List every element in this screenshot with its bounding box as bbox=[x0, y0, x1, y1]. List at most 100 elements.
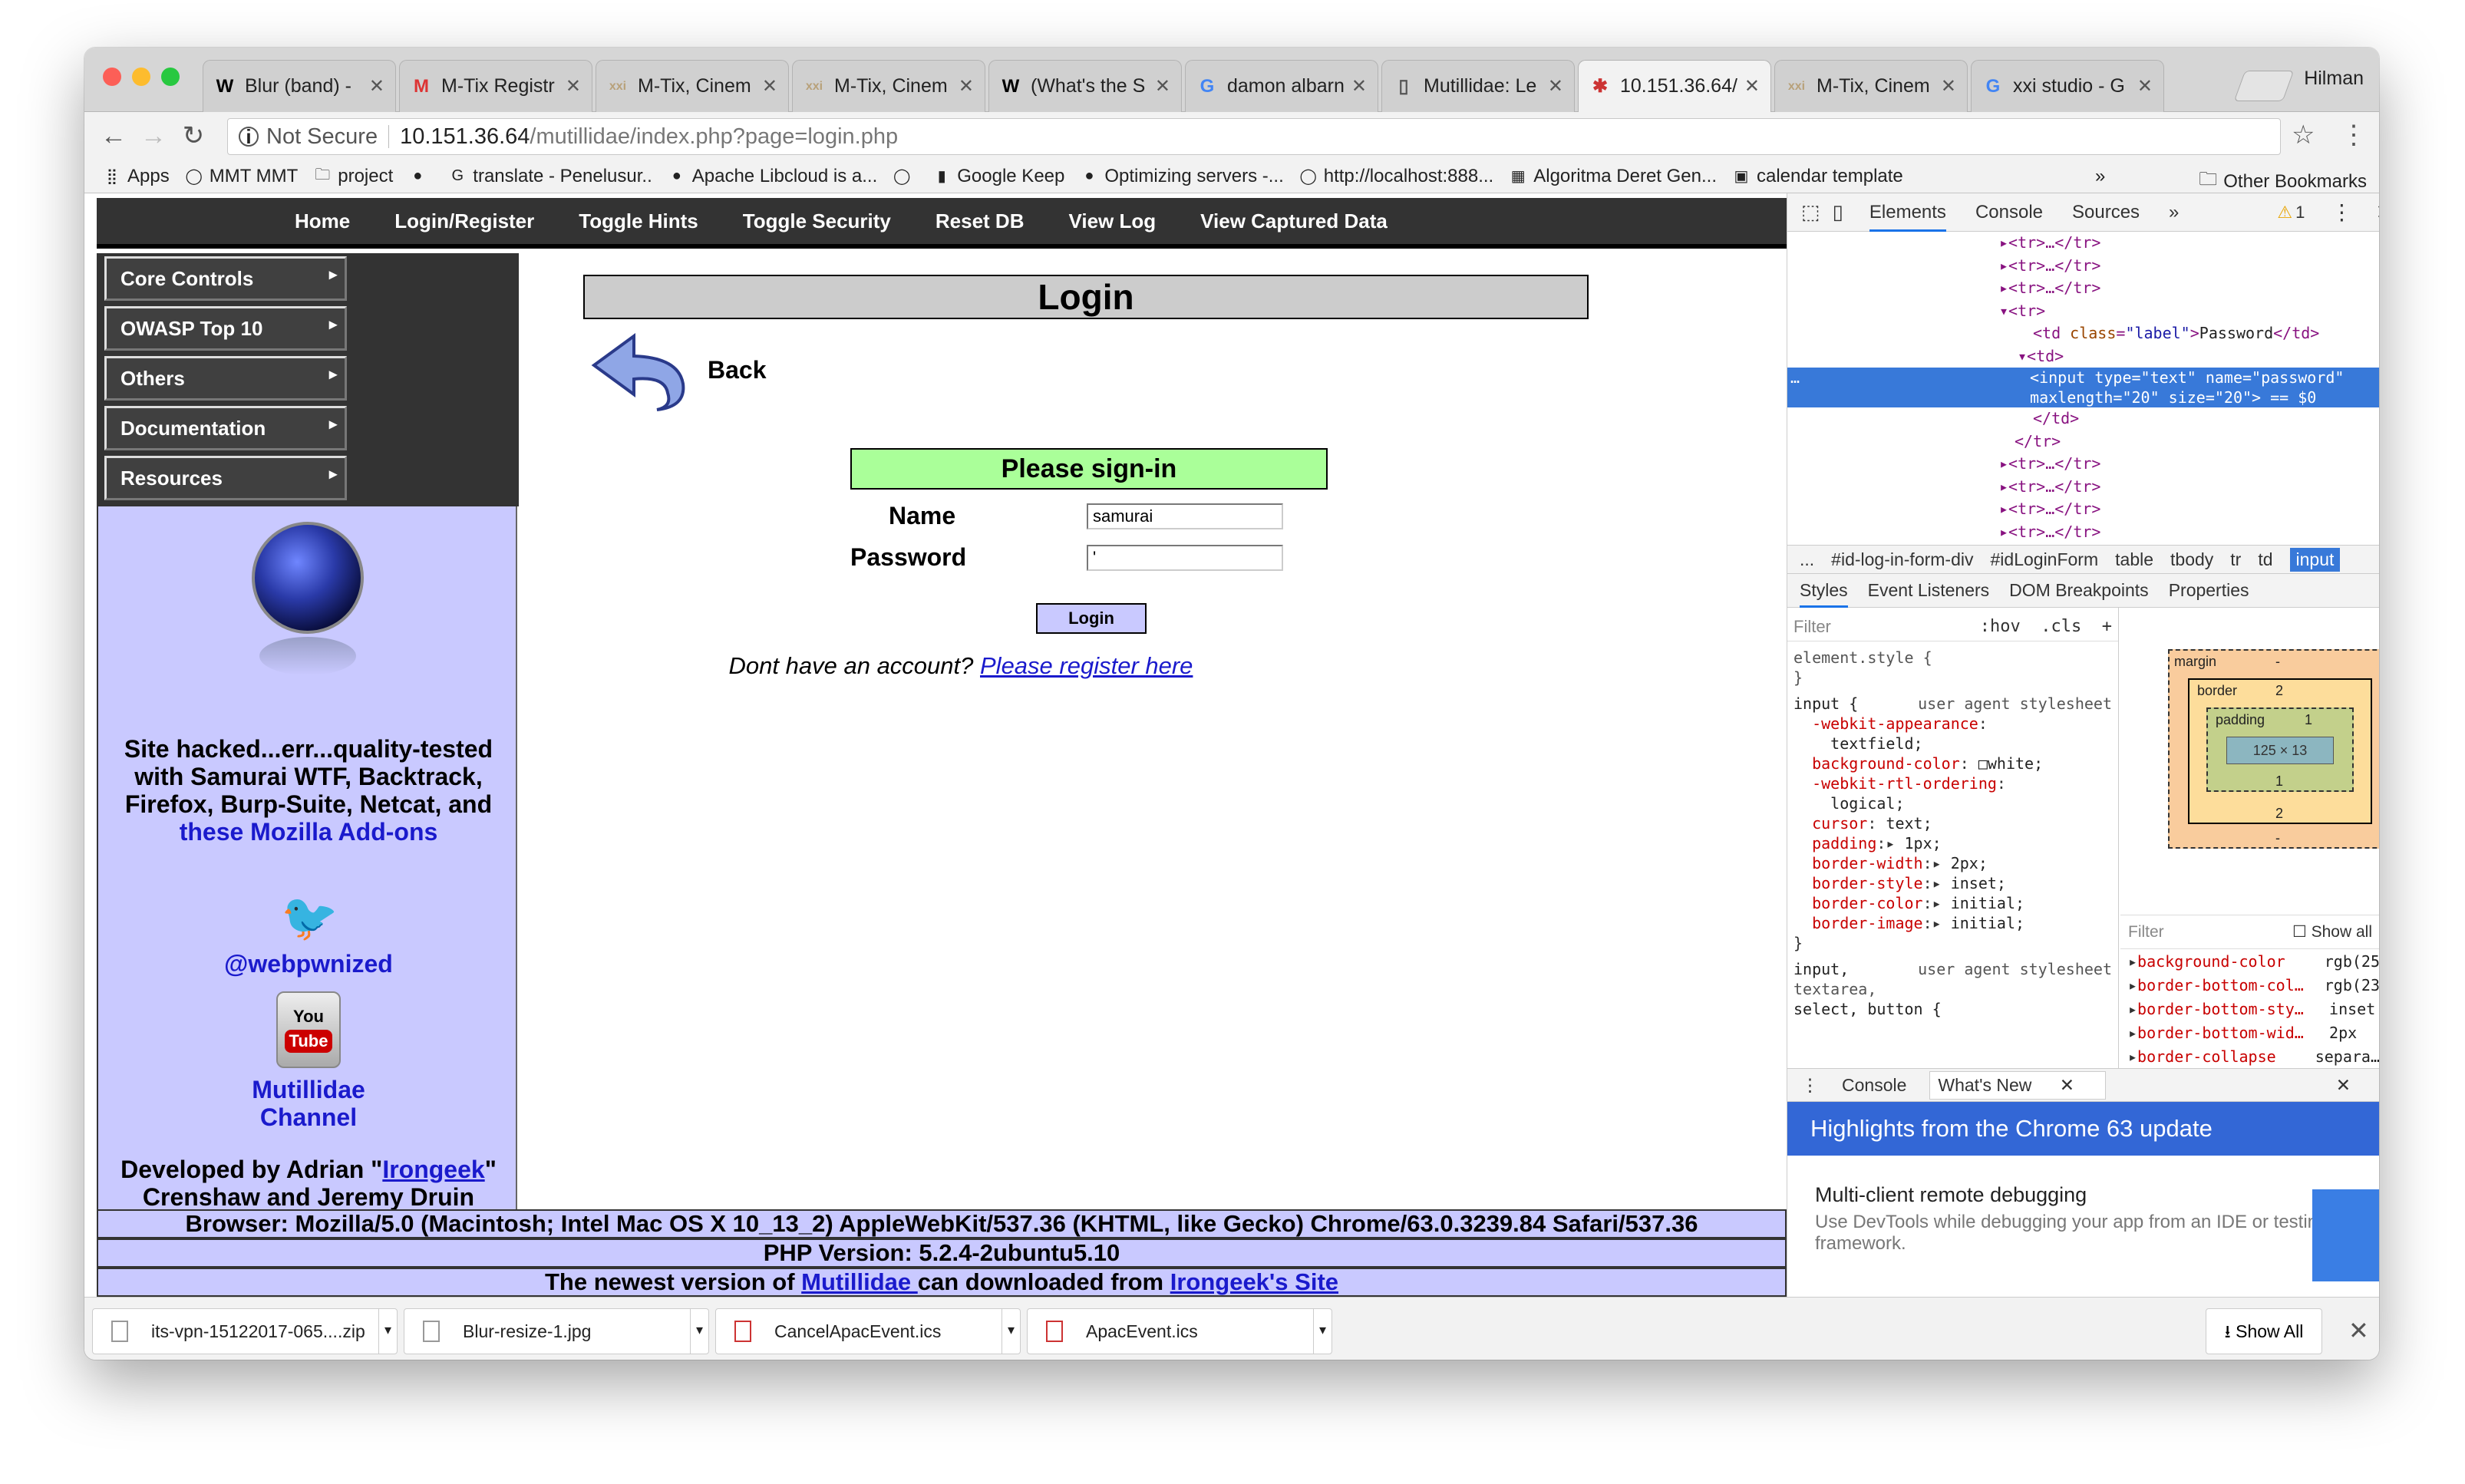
name-input[interactable]: samurai bbox=[1087, 503, 1283, 529]
mutillidae-channel-link[interactable]: Mutillidae Channel bbox=[98, 1076, 519, 1131]
nav-view-captured-data[interactable]: View Captured Data bbox=[1200, 209, 1388, 233]
dom-row[interactable]: ▸<tr>…</tr> bbox=[1787, 476, 2379, 499]
mozilla-addons-link[interactable]: these Mozilla Add-ons bbox=[98, 818, 519, 846]
tab-6[interactable]: Gdamon albarn ✕ bbox=[1185, 60, 1378, 112]
tab-5[interactable]: W (What's the S ✕ bbox=[988, 60, 1182, 112]
box-padding[interactable]: padding 1 1 125 × 13 bbox=[2206, 707, 2354, 792]
register-link[interactable]: Please register here bbox=[980, 652, 1193, 679]
dom-row[interactable]: </tr> bbox=[1787, 430, 2379, 453]
nav-toggle-hints[interactable]: Toggle Hints bbox=[579, 209, 698, 233]
close-window-button[interactable] bbox=[103, 68, 121, 86]
tab-console[interactable]: Console bbox=[1975, 202, 2043, 223]
dom-row[interactable]: ▸<tr>…</tr> bbox=[1787, 277, 2379, 300]
bookmark-item[interactable]: ▮ Google Keep bbox=[932, 166, 1065, 187]
bookmark-item[interactable]: ▦ Algoritma Deret Gen... bbox=[1509, 166, 1717, 187]
add-rule-icon[interactable]: + bbox=[2102, 617, 2112, 636]
close-tab-icon[interactable]: ✕ bbox=[369, 75, 384, 97]
dom-row[interactable]: </td> bbox=[1787, 407, 2379, 430]
cls-toggle[interactable]: .cls bbox=[2041, 617, 2081, 636]
tab-7[interactable]: ▯ Mutillidae: Le ✕ bbox=[1381, 60, 1575, 112]
back-icon[interactable]: ← bbox=[94, 116, 134, 156]
drawer-menu-icon[interactable]: ⋮ bbox=[1801, 1075, 1819, 1096]
download-item[interactable]: CancelApacEvent.ics ▾ bbox=[715, 1308, 1021, 1354]
computed-row[interactable]: ▸ border-collapse separa… bbox=[2120, 1044, 2379, 1068]
dom-row[interactable]: <td class="label">Password</td> bbox=[1787, 322, 2379, 345]
breadcrumb-item[interactable]: tr bbox=[2230, 549, 2241, 570]
device-toolbar-icon[interactable]: ▯ bbox=[1833, 200, 1843, 224]
tab-3[interactable]: xxi M-Tix, Cinem ✕ bbox=[596, 60, 789, 112]
download-menu-icon[interactable]: ▾ bbox=[1002, 1309, 1020, 1354]
nav-login-register[interactable]: Login/Register bbox=[394, 209, 534, 233]
computed-row[interactable]: ▸ border-bottom-wid… 2px bbox=[2120, 1021, 2379, 1044]
bookmark-item[interactable]: ● Apache Libcloud is a... bbox=[668, 166, 878, 187]
breadcrumb-item[interactable]: #idLoginForm bbox=[1991, 549, 2099, 570]
dom-row[interactable]: ▸<tr>…</tr> bbox=[1787, 232, 2379, 255]
devtools-close-icon[interactable]: ✕ bbox=[2375, 200, 2379, 225]
irongeek-site-link[interactable]: Irongeek's Site bbox=[1170, 1268, 1338, 1295]
dom-row[interactable]: ▾<tr> bbox=[1787, 300, 2379, 323]
youtube-icon[interactable]: You Tube bbox=[276, 991, 341, 1068]
zoom-window-button[interactable] bbox=[161, 68, 180, 86]
menu-others[interactable]: Others ▸ bbox=[104, 356, 347, 401]
tab-10[interactable]: Gxxi studio - G ✕ bbox=[1971, 60, 2164, 112]
subtab-event-listeners[interactable]: Event Listeners bbox=[1868, 580, 1990, 601]
inspect-icon[interactable]: ⬚ bbox=[1801, 200, 1820, 224]
subtab-properties[interactable]: Properties bbox=[2169, 580, 2249, 601]
twitter-link[interactable]: @webpwnized bbox=[98, 950, 519, 978]
download-item[interactable]: Blur-resize-1.jpg ▾ bbox=[404, 1308, 709, 1354]
tab-9[interactable]: xxi M-Tix, Cinem ✕ bbox=[1774, 60, 1968, 112]
box-margin[interactable]: margin - - border 2 2 padding 1 1 125 × … bbox=[2168, 649, 2379, 849]
close-tab-icon[interactable]: ✕ bbox=[1351, 75, 1367, 97]
irongeek-link[interactable]: Irongeek bbox=[382, 1156, 484, 1183]
bookmark-item[interactable]: ◯ MMT MMT bbox=[185, 166, 299, 187]
whats-new-item-title[interactable]: Multi-client remote debugging bbox=[1815, 1183, 2352, 1207]
bookmark-star-icon[interactable]: ☆ bbox=[2292, 120, 2315, 150]
download-menu-icon[interactable]: ▾ bbox=[378, 1309, 397, 1354]
close-downloads-icon[interactable]: ✕ bbox=[2348, 1316, 2369, 1345]
close-tab-icon[interactable]: ✕ bbox=[1941, 75, 1956, 97]
download-item[interactable]: its-vpn-15122017-065....zip ▾ bbox=[92, 1308, 398, 1354]
download-item[interactable]: ApacEvent.ics ▾ bbox=[1027, 1308, 1332, 1354]
nav-home[interactable]: Home bbox=[295, 209, 350, 233]
breadcrumb-item[interactable]: td bbox=[2258, 549, 2272, 570]
browser-menu-icon[interactable]: ⋮ bbox=[2341, 120, 2367, 150]
close-tab-icon[interactable]: ✕ bbox=[1155, 75, 1170, 97]
nav-toggle-security[interactable]: Toggle Security bbox=[743, 209, 891, 233]
tab-2[interactable]: M M-Tix Registr ✕ bbox=[399, 60, 592, 112]
menu-documentation[interactable]: Documentation ▸ bbox=[104, 406, 347, 450]
close-tab-icon[interactable]: ✕ bbox=[1744, 75, 1760, 97]
menu-core-controls[interactable]: Core Controls ▸ bbox=[104, 256, 347, 301]
address-bar[interactable]: i Not Secure 10.151.36.64/mutillidae/ind… bbox=[227, 118, 2281, 155]
download-menu-icon[interactable]: ▾ bbox=[690, 1309, 708, 1354]
expand-arrow-icon[interactable]: ▸ bbox=[2128, 1000, 2137, 1018]
breadcrumb-item[interactable]: ... bbox=[1800, 549, 1814, 570]
menu-resources[interactable]: Resources ▸ bbox=[104, 456, 347, 500]
expand-arrow-icon[interactable]: ▸ bbox=[2128, 952, 2137, 971]
nav-view-log[interactable]: View Log bbox=[1068, 209, 1156, 233]
bookmark-item[interactable]: ● Optimizing servers -... bbox=[1080, 166, 1283, 187]
tab-8[interactable]: ✱ 10.151.36.64/ ✕ bbox=[1578, 60, 1771, 112]
bookmark-item[interactable]: ▣ calendar template bbox=[1732, 166, 1903, 187]
nav-reset-db[interactable]: Reset DB bbox=[936, 209, 1025, 233]
dom-row-selected[interactable]: … <input type="text" name="password" maxle… bbox=[1787, 368, 2379, 407]
dom-row[interactable]: ▸<tr>…</tr> bbox=[1787, 255, 2379, 278]
dom-tree[interactable]: ▸<tr>…</tr> ▸<tr>…</tr> ▸<tr>…</tr> ▾<tr… bbox=[1787, 232, 2379, 545]
dom-row[interactable]: ▸<tr>…</tr> bbox=[1787, 453, 2379, 476]
box-border[interactable]: border 2 2 padding 1 1 125 × 13 bbox=[2188, 678, 2372, 824]
box-content[interactable]: 125 × 13 bbox=[2226, 737, 2334, 764]
mutillidae-link[interactable]: Mutillidae bbox=[801, 1268, 918, 1295]
login-button[interactable]: Login bbox=[1036, 603, 1147, 634]
new-tab-button[interactable] bbox=[2233, 71, 2295, 101]
breadcrumb-item[interactable]: table bbox=[2115, 549, 2153, 570]
devtools-menu-icon[interactable]: ⋮ bbox=[2331, 200, 2352, 225]
reload-icon[interactable]: ↻ bbox=[173, 116, 213, 156]
password-input[interactable]: ' bbox=[1087, 545, 1283, 571]
breadcrumb-item[interactable]: tbody bbox=[2170, 549, 2213, 570]
drawer-tab-console[interactable]: Console bbox=[1842, 1075, 1906, 1096]
dom-row[interactable]: ▸<tr>…</tr> bbox=[1787, 521, 2379, 544]
dom-row[interactable]: ▸<tr>…</tr> bbox=[1787, 498, 2379, 521]
more-tabs-icon[interactable]: » bbox=[2169, 202, 2179, 223]
tab-elements[interactable]: Elements bbox=[1869, 202, 1946, 232]
bookmark-item[interactable]: ◯ bbox=[893, 167, 917, 186]
back-link[interactable]: Back bbox=[708, 356, 767, 384]
